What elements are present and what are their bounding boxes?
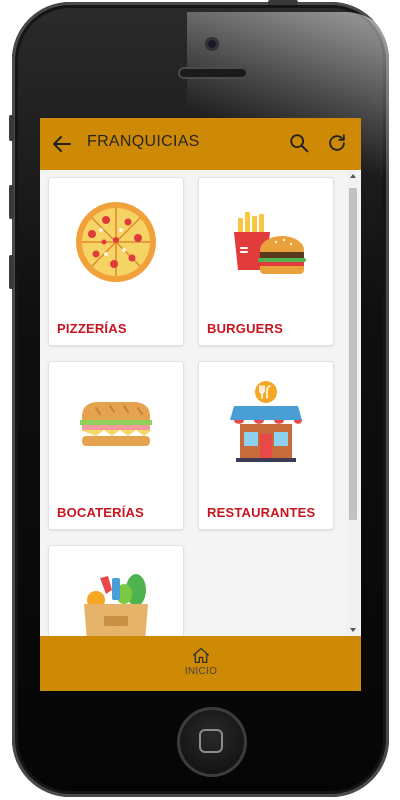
category-card-bocaterias[interactable]: BOCATERÍAS — [48, 361, 184, 530]
category-label: BURGUERS — [207, 321, 283, 336]
home-icon — [192, 647, 210, 664]
refresh-icon[interactable] — [326, 132, 348, 154]
arrow-left-icon[interactable] — [50, 132, 74, 156]
volume-button-middle — [9, 185, 14, 219]
burger-fries-icon — [234, 212, 306, 274]
volume-button-top — [9, 115, 14, 141]
category-grid: PIZZERÍAS BURGUERS BOCATERÍAS RESTAURANT… — [40, 170, 361, 636]
app-bar: FRANQUICIAS — [40, 118, 361, 170]
vertical-scrollbar[interactable] — [347, 170, 359, 636]
category-label: BOCATERÍAS — [57, 505, 144, 520]
nav-home-button[interactable]: INICIO — [176, 646, 226, 686]
category-card-burguers[interactable]: BURGUERS — [198, 177, 334, 346]
category-card-restaurantes[interactable]: RESTAURANTES — [198, 361, 334, 530]
search-icon[interactable] — [288, 132, 310, 154]
restaurant-storefront-icon — [230, 381, 302, 462]
page-title: FRANQUICIAS — [87, 133, 200, 150]
category-label: RESTAURANTES — [207, 505, 316, 520]
pizza-icon — [76, 202, 156, 282]
physical-home-button[interactable] — [177, 707, 247, 777]
nav-home-label: INICIO — [184, 666, 218, 677]
power-button — [268, 0, 298, 5]
category-card-pizzerias[interactable]: PIZZERÍAS — [48, 177, 184, 346]
volume-button-bottom — [9, 255, 14, 289]
scroll-down-arrow-icon[interactable] — [350, 628, 356, 632]
front-camera — [205, 37, 219, 51]
home-button-square-icon — [199, 729, 223, 753]
scroll-up-arrow-icon[interactable] — [350, 174, 356, 178]
sandwich-icon — [80, 402, 152, 446]
grocery-bag-icon — [84, 574, 148, 636]
scrollbar-thumb[interactable] — [349, 188, 357, 520]
earpiece-speaker — [178, 67, 248, 79]
category-label: PIZZERÍAS — [57, 321, 127, 336]
category-card-grocery[interactable] — [48, 545, 184, 636]
app-screen: FRANQUICIAS PIZZERÍAS BURGUERS BOCATERÍA… — [40, 118, 361, 691]
bottom-navigation: INICIO — [40, 636, 361, 691]
